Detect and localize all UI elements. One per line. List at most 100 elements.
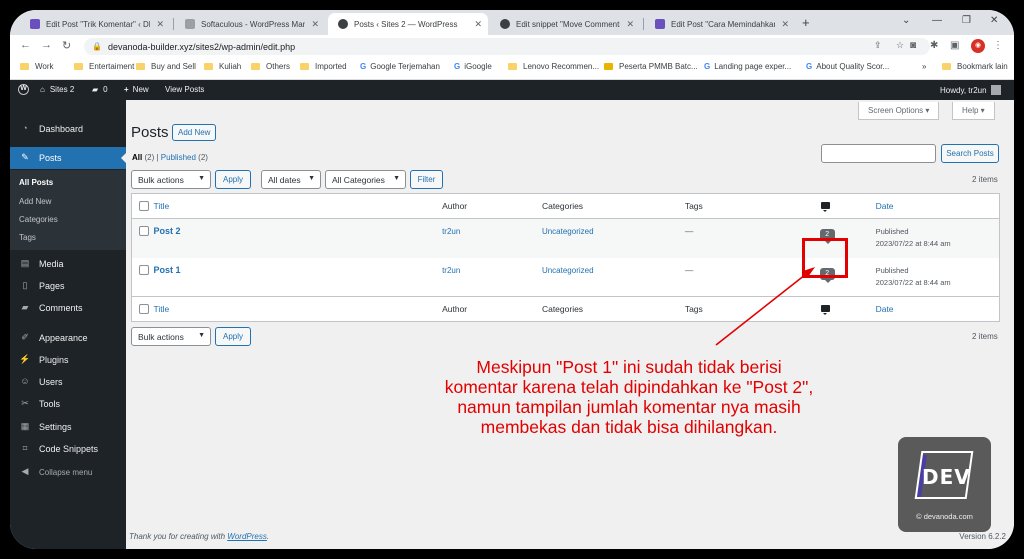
close-tab-icon[interactable]: ✕ [626, 19, 634, 30]
sidebar-icon[interactable]: ▣ [950, 40, 959, 51]
annotation-line: Meskipun "Post 1" ini sudah tidak berisi [476, 357, 782, 377]
apply-button-bottom[interactable]: Apply [215, 327, 251, 346]
reload-icon[interactable]: ↻ [62, 39, 71, 52]
add-new-button[interactable]: Add New [172, 124, 217, 141]
screen-options-button[interactable]: Screen Options ▾ [858, 102, 940, 120]
bookmark-item[interactable]: Entertaiment [74, 62, 134, 71]
submenu-add-new[interactable]: Add New [19, 197, 51, 206]
menu-dots-icon[interactable]: ⋮ [993, 40, 1003, 51]
submenu-all-posts[interactable]: All Posts [19, 178, 53, 187]
new-content-link[interactable]: + New [124, 85, 149, 94]
menu-users[interactable]: ☺ Users [10, 371, 126, 393]
select-all-checkbox[interactable] [139, 304, 149, 314]
site-name-link[interactable]: ⌂ Sites 2 [40, 85, 74, 94]
bookmark-item[interactable]: Imported [300, 62, 347, 71]
close-tab-icon[interactable]: ✕ [311, 19, 319, 30]
close-tab-icon[interactable]: ✕ [474, 19, 482, 30]
tab-search-icon[interactable]: ⌄ [902, 15, 910, 26]
search-posts-button[interactable]: Search Posts [941, 144, 999, 163]
menu-dashboard[interactable]: ◔ Dashboard [10, 118, 126, 140]
annotation-note: Meskipun "Post 1" ini sudah tidak berisi… [424, 357, 834, 437]
select-all-checkbox[interactable] [139, 201, 149, 211]
menu-comments[interactable]: ▰ Comments [10, 297, 126, 319]
bookmark-item[interactable]: G Landing page exper... [704, 62, 791, 71]
bookmark-item[interactable]: Bookmark lain [942, 62, 1008, 71]
more-bookmarks-button[interactable]: » [922, 62, 926, 71]
bulk-actions-select[interactable]: Bulk actions ▼ [131, 170, 211, 189]
camera-icon[interactable]: ◙ [910, 40, 916, 51]
browser-tab-active[interactable]: Posts ‹ Sites 2 — WordPress ✕ [328, 13, 488, 35]
search-input[interactable] [821, 144, 936, 163]
filter-button[interactable]: Filter [410, 170, 443, 189]
tab-title: Posts ‹ Sites 2 — WordPress [354, 19, 458, 29]
browser-tab[interactable]: Edit Post "Cara Memindahkan da ✕ [645, 13, 795, 35]
bookmark-item[interactable]: Work [20, 62, 54, 71]
bookmark-item[interactable]: GiGoogle [454, 62, 492, 71]
wordpress-link[interactable]: WordPress [227, 532, 267, 541]
menu-code-snippets[interactable]: ⌗ Code Snippets [10, 438, 126, 460]
view-published-link[interactable]: Published [161, 153, 196, 162]
apply-button[interactable]: Apply [215, 170, 251, 189]
submenu-tags[interactable]: Tags [19, 233, 36, 242]
row-checkbox[interactable] [139, 226, 149, 236]
extensions-icon[interactable]: ✱ [930, 40, 938, 51]
author-link[interactable]: tr2un [442, 227, 460, 236]
wordpress-logo-icon[interactable]: W [18, 84, 29, 95]
bookmark-item[interactable]: Buy and Sell [136, 62, 196, 71]
author-link[interactable]: tr2un [442, 266, 460, 275]
post-title-link[interactable]: Post 1 [153, 265, 180, 275]
bookmark-star-icon[interactable]: ☆ [896, 40, 904, 51]
howdy-user-link[interactable]: Howdy, tr2un [940, 85, 1001, 95]
category-link[interactable]: Uncategorized [542, 266, 594, 275]
date-column-footer[interactable]: Date [876, 304, 894, 314]
maximize-icon[interactable]: ❐ [962, 15, 971, 26]
folder-icon [300, 63, 309, 70]
browser-tab[interactable]: Edit Post "Trik Komentar" ‹ DEVan ✕ [20, 13, 170, 35]
menu-plugins[interactable]: ⚡ Plugins [10, 349, 126, 371]
category-link[interactable]: Uncategorized [542, 227, 594, 236]
category-filter-select[interactable]: All Categories ▼ [325, 170, 406, 189]
comments-column-icon[interactable] [820, 202, 830, 212]
browser-tab[interactable]: Edit snippet "Move Comments" ‹ ✕ [490, 13, 640, 35]
new-tab-button[interactable]: + [802, 15, 810, 30]
profile-avatar[interactable]: ◉ [971, 39, 985, 53]
browser-tab[interactable]: Softaculous - WordPress Manage ✕ [175, 13, 325, 35]
menu-collapse[interactable]: ◀ Collapse menu [10, 461, 126, 483]
help-button[interactable]: Help ▾ [952, 102, 995, 120]
bookmark-item[interactable]: G Google Terjemahan [360, 62, 440, 71]
menu-media[interactable]: ▤ Media [10, 253, 126, 275]
share-icon[interactable]: ⇪ [874, 40, 882, 51]
address-bar[interactable]: 🔒 devanoda-builder.xyz/sites2/wp-admin/e… [84, 38, 930, 55]
row-checkbox[interactable] [139, 264, 149, 275]
close-window-icon[interactable]: ✕ [990, 15, 998, 26]
menu-tools[interactable]: ✂ Tools [10, 393, 126, 415]
close-tab-icon[interactable]: ✕ [156, 19, 164, 30]
bulk-actions-select-bottom[interactable]: Bulk actions ▼ [131, 327, 211, 346]
submenu-categories[interactable]: Categories [19, 215, 58, 224]
bookmark-item[interactable]: G About Quality Scor... [806, 62, 889, 71]
view-all-link[interactable]: All [132, 153, 142, 162]
bookmark-item[interactable]: Peserta PMMB Batc... [604, 62, 698, 71]
bookmark-item[interactable]: Others [251, 62, 290, 71]
comments-link[interactable]: ▰ 0 [92, 85, 108, 94]
post-title-link[interactable]: Post 2 [153, 226, 180, 236]
back-icon[interactable]: ← [20, 39, 31, 51]
bookmark-item[interactable]: Lenovo Recommen... [508, 62, 599, 71]
forward-icon[interactable]: → [41, 39, 52, 51]
menu-appearance[interactable]: ✐ Appearance [10, 327, 126, 349]
date-filter-select[interactable]: All dates ▼ [261, 170, 321, 189]
title-column-header[interactable]: Title [153, 201, 169, 211]
date-column-header[interactable]: Date [876, 201, 894, 211]
view-posts-link[interactable]: View Posts [165, 85, 204, 94]
menu-posts[interactable]: ✎ Posts [10, 147, 126, 169]
minimize-icon[interactable]: — [932, 15, 942, 26]
menu-pages[interactable]: ▯ Pages [10, 275, 126, 297]
title-column-footer[interactable]: Title [153, 304, 169, 314]
annotation-line: komentar karena telah dipindahkan ke "Po… [444, 377, 814, 397]
comments-column-icon[interactable] [820, 305, 830, 315]
close-tab-icon[interactable]: ✕ [781, 19, 789, 30]
logo-wordmark: DEV [922, 465, 971, 489]
collapse-icon: ◀ [21, 466, 29, 476]
bookmark-item[interactable]: Kuliah [204, 62, 241, 71]
menu-settings[interactable]: ▦ Settings [10, 416, 126, 438]
